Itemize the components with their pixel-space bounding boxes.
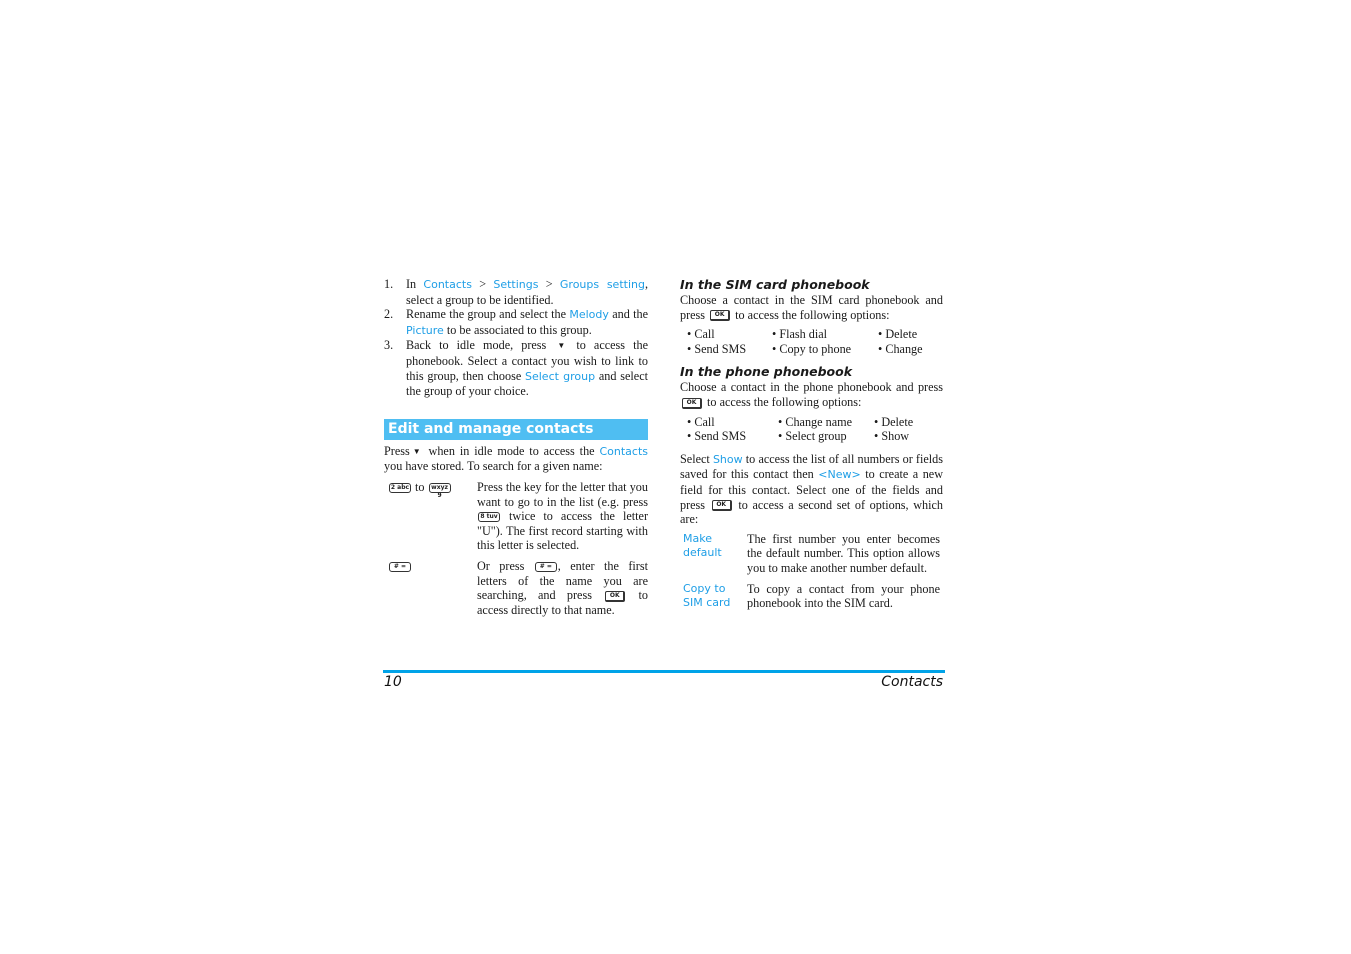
sim-options-list: Call Flash dial Delete Send SMS Copy to …: [680, 327, 943, 356]
menu-contacts: Contacts: [599, 444, 648, 458]
phone-phonebook-heading: In the phone phonebook: [680, 364, 853, 380]
option-description: The first number you enter becomes the d…: [747, 531, 940, 575]
option-item: Delete: [874, 415, 934, 430]
second-options-list: Make default The first number you enter …: [680, 532, 943, 611]
sim-phonebook-heading: In the SIM card phonebook: [680, 277, 870, 292]
key-range: 2 abc to wxyz 9: [384, 480, 477, 553]
definition-row: Make default The first number you enter …: [680, 532, 943, 576]
step-number: 2.: [384, 307, 394, 322]
step-number: 1.: [384, 277, 394, 291]
ok-key-icon: OK: [682, 397, 702, 409]
down-key-icon: ▼: [412, 446, 421, 456]
key-9-icon: wxyz 9: [428, 483, 451, 499]
option-make-default: Make default: [683, 531, 722, 559]
option-item: Change: [878, 342, 938, 357]
option-item: Copy to phone: [772, 342, 878, 357]
page-number: 10: [384, 674, 402, 690]
key-hash-icon: # =: [534, 562, 557, 573]
key-row-description: Press the key for the letter that you wa…: [477, 479, 648, 553]
intro-paragraph: Press ▼ when in idle mode to access the C…: [384, 443, 648, 474]
option-item: Show: [874, 429, 934, 444]
key-row-description: Or press # =, enter the first letters of…: [477, 558, 648, 617]
menu-select-group: Select group: [525, 369, 596, 383]
step-item: 2. Rename the group and select the Melod…: [384, 307, 648, 337]
step-item: 3. Back to idle mode, press ▼ to access …: [384, 338, 649, 399]
option-item: Flash dial: [772, 327, 878, 342]
ok-key-icon: OK: [710, 310, 731, 322]
key-8-icon: 8 tuv: [478, 512, 500, 523]
key-row-letters: 2 abc to wxyz 9 Press the key for the le…: [384, 480, 648, 553]
menu-settings: Settings: [493, 278, 539, 291]
phone-options-list: Call Change name Delete Send SMS Select …: [680, 415, 943, 444]
key-2-icon: 2 abc: [389, 483, 411, 494]
key-hash-icon: # =: [389, 562, 411, 573]
option-item: Call: [687, 327, 772, 342]
key-row-hash: # = Or press # =, enter the first letter…: [384, 559, 648, 617]
ok-key-icon: OK: [711, 500, 732, 512]
option-item: Select group: [778, 429, 874, 444]
manual-page: 1. In Contacts > Settings > Groups setti…: [0, 0, 1351, 954]
group-steps-list: 1. In Contacts > Settings > Groups setti…: [384, 277, 648, 399]
menu-picture: Picture: [406, 323, 444, 337]
footer-rule: [383, 670, 945, 673]
step-item: 1. In Contacts > Settings > Groups setti…: [384, 277, 649, 307]
key-single: # =: [384, 559, 477, 617]
menu-melody: Melody: [569, 308, 609, 322]
option-item: Delete: [878, 327, 938, 342]
left-column: 1. In Contacts > Settings > Groups setti…: [384, 277, 648, 617]
right-column: In the SIM card phonebook Choose a conta…: [680, 277, 943, 617]
menu-groups-setting: Groups setting: [559, 278, 645, 291]
step-number: 3.: [384, 338, 394, 353]
show-paragraph: Select Show to access the list of all nu…: [680, 451, 944, 527]
option-item: Call: [687, 415, 778, 430]
down-key-icon: ▼: [557, 341, 566, 351]
option-item: Send SMS: [687, 429, 778, 444]
definition-row: Copy to SIM card To copy a contact from …: [680, 582, 943, 611]
sim-phonebook-paragraph: Choose a contact in the SIM card phonebo…: [680, 293, 943, 322]
option-item: Change name: [778, 415, 874, 430]
option-description: To copy a contact from your phone phoneb…: [747, 581, 940, 611]
menu-contacts: Contacts: [423, 278, 472, 291]
ok-key-icon: OK: [605, 590, 626, 602]
section-heading: Edit and manage contacts: [384, 418, 648, 440]
chapter-title: Contacts: [881, 674, 943, 690]
menu-new: <New>: [818, 468, 861, 482]
menu-show: Show: [712, 452, 743, 466]
option-item: Send SMS: [687, 342, 772, 357]
option-copy-to-sim: Copy to SIM card: [683, 581, 731, 609]
phone-phonebook-paragraph: Choose a contact in the phone phonebook …: [680, 380, 943, 409]
